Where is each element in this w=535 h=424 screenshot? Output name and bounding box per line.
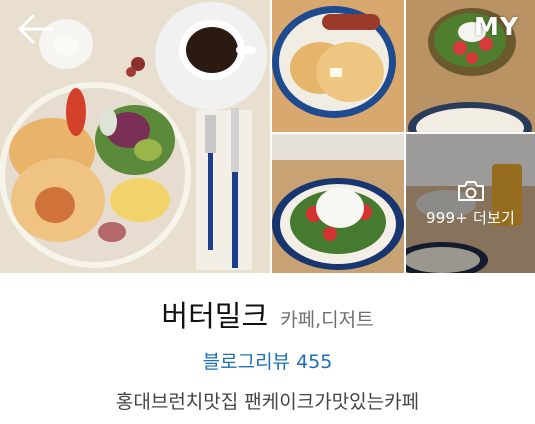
blog-review-link[interactable]: 블로그리뷰 455 bbox=[0, 347, 535, 374]
gallery-photo-pancakes[interactable] bbox=[272, 0, 404, 132]
cream-salad-photo-image bbox=[272, 134, 404, 273]
pancakes-photo-image bbox=[272, 0, 404, 132]
arrow-left-icon bbox=[18, 14, 54, 44]
more-photos-button[interactable]: 999+ 더보기 bbox=[406, 134, 535, 273]
title-row: 버터밀크 카페,디저트 bbox=[0, 293, 535, 335]
my-button[interactable]: MY bbox=[474, 12, 519, 41]
photo-gallery: 999+ 더보기 MY bbox=[0, 0, 535, 273]
place-info: 버터밀크 카페,디저트 블로그리뷰 455 홍대브런치맛집 팬케이크가맛있는카페 bbox=[0, 273, 535, 414]
gallery-photo-cream-salad[interactable] bbox=[272, 134, 404, 273]
place-category: 카페,디저트 bbox=[280, 309, 374, 331]
place-name: 버터밀크 bbox=[161, 299, 269, 333]
camera-icon bbox=[457, 181, 484, 201]
back-button[interactable] bbox=[16, 12, 56, 46]
more-photos-label: 999+ 더보기 bbox=[426, 209, 515, 227]
place-description: 홍대브런치맛집 팬케이크가맛있는카페 bbox=[115, 391, 420, 413]
